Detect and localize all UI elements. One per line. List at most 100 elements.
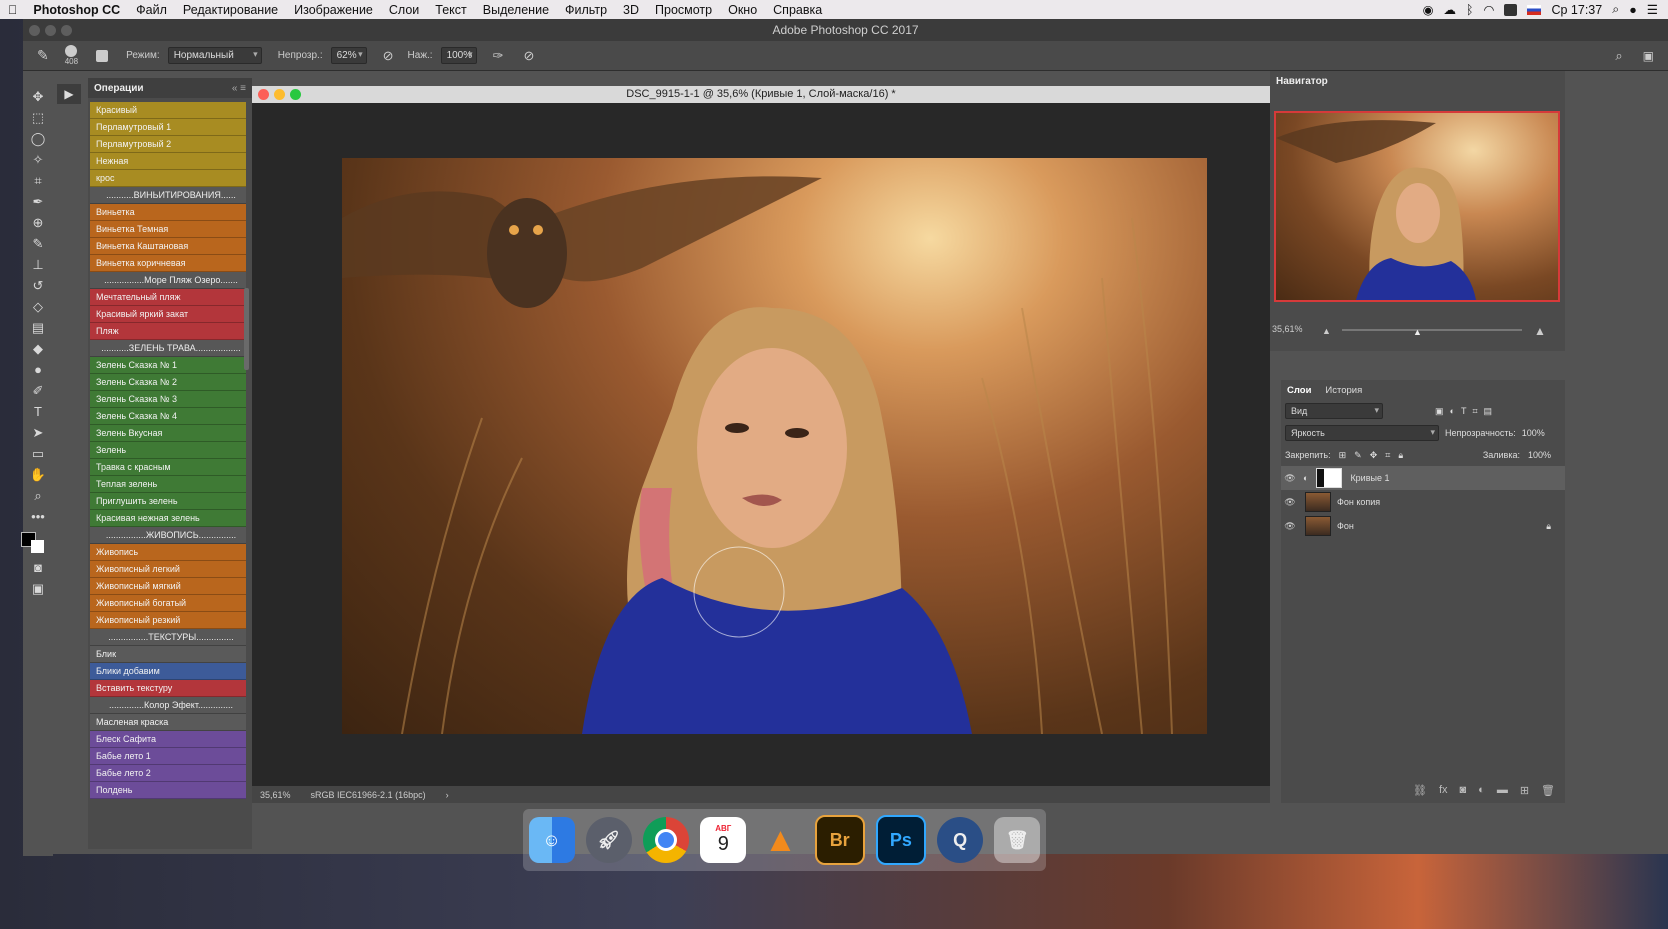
- airbrush-icon[interactable]: ✑: [493, 48, 504, 64]
- document-tab[interactable]: DSC_9915-1-1 @ 35,6% (Кривые 1, Слой-мас…: [252, 86, 1270, 103]
- color-profile[interactable]: sRGB IEC61966-2.1 (16bpc): [311, 790, 426, 800]
- quick-select-tool-icon[interactable]: ✧: [23, 149, 53, 170]
- eraser-tool-icon[interactable]: ◇: [23, 296, 53, 317]
- menu-image[interactable]: Изображение: [286, 3, 381, 17]
- status-arrow-icon[interactable]: ›: [446, 790, 449, 800]
- delete-layer-icon[interactable]: 🗑︎: [1541, 784, 1555, 797]
- action-item[interactable]: Зелень Сказка № 3: [90, 391, 246, 408]
- workspace-icon[interactable]: ▣: [1643, 49, 1654, 63]
- action-set-header[interactable]: ...........ВИНЬИТИРОВАНИЯ......: [90, 187, 246, 204]
- add-mask-icon[interactable]: ◙: [1460, 784, 1467, 797]
- path-select-tool-icon[interactable]: ➤: [23, 422, 53, 443]
- filter-smart-icon[interactable]: ▤: [1484, 406, 1493, 417]
- apple-icon[interactable]: : [0, 3, 25, 17]
- zoom-level[interactable]: 35,61%: [260, 790, 291, 800]
- layer-name[interactable]: Фон: [1337, 521, 1354, 531]
- action-item[interactable]: Теплая зелень: [90, 476, 246, 493]
- quick-mask-icon[interactable]: ◙: [23, 557, 53, 578]
- search-icon[interactable]: ⌕: [1615, 48, 1622, 64]
- filter-shape-icon[interactable]: ⌗: [1472, 406, 1477, 417]
- action-item[interactable]: Живопись: [90, 544, 246, 561]
- layer-thumbnail[interactable]: [1305, 516, 1331, 536]
- layer-row[interactable]: 👁︎ Фон 🔒︎: [1281, 514, 1565, 538]
- collapse-icon[interactable]: « ≡: [232, 83, 252, 94]
- gradient-tool-icon[interactable]: ▤: [23, 317, 53, 338]
- rectangle-tool-icon[interactable]: ▭: [23, 443, 53, 464]
- action-item[interactable]: Живописный легкий: [90, 561, 246, 578]
- layer-mask-thumbnail[interactable]: [1316, 468, 1343, 488]
- launchpad-icon[interactable]: 🚀︎: [585, 817, 632, 863]
- hand-tool-icon[interactable]: ✋: [23, 464, 53, 485]
- image-canvas[interactable]: [342, 158, 1207, 734]
- layer-style-icon[interactable]: fx: [1439, 784, 1448, 797]
- visibility-eye-icon[interactable]: 👁︎: [1281, 473, 1299, 484]
- more-tools-icon[interactable]: •••: [23, 506, 53, 527]
- action-item[interactable]: Приглушить зелень: [90, 493, 246, 510]
- flag-ru-icon[interactable]: [1527, 4, 1542, 15]
- layer-fill-input[interactable]: 100%: [1528, 450, 1551, 460]
- layer-thumbnail[interactable]: [1305, 492, 1331, 512]
- action-item[interactable]: Живописный богатый: [90, 595, 246, 612]
- lock-artboard-icon[interactable]: ⌗: [1385, 450, 1390, 461]
- action-item[interactable]: Зелень: [90, 442, 246, 459]
- action-item[interactable]: Зелень Сказка № 2: [90, 374, 246, 391]
- eyedropper-tool-icon[interactable]: ✒: [23, 191, 53, 212]
- brush-preset-picker[interactable]: 408: [65, 45, 78, 66]
- close-window-button[interactable]: [29, 25, 40, 36]
- marquee-tool-icon[interactable]: ⬚: [23, 107, 53, 128]
- lock-all-icon[interactable]: 🔒︎: [1398, 450, 1403, 461]
- actions-scrollbar[interactable]: [244, 288, 249, 370]
- action-item[interactable]: Красивый яркий закат: [90, 306, 246, 323]
- creative-cloud-icon[interactable]: ☁: [1444, 2, 1457, 17]
- chrome-icon[interactable]: [643, 817, 690, 863]
- action-item[interactable]: Виньетка: [90, 204, 246, 221]
- actions-tab[interactable]: Операции: [94, 83, 144, 94]
- calendar-icon[interactable]: АВГ 9: [700, 817, 747, 863]
- action-item[interactable]: Перламутровый 2: [90, 136, 246, 153]
- menu-help[interactable]: Справка: [765, 3, 830, 17]
- pressure-input[interactable]: 100%: [440, 47, 477, 64]
- action-item[interactable]: Виньетка Темная: [90, 221, 246, 238]
- menu-layers[interactable]: Слои: [381, 3, 427, 17]
- photoshop-icon[interactable]: Ps: [875, 815, 926, 865]
- tab-layers[interactable]: Слои: [1287, 385, 1311, 396]
- menu-text[interactable]: Текст: [427, 3, 474, 17]
- navigator-zoom[interactable]: 35,61%: [1272, 324, 1303, 334]
- blend-mode-select[interactable]: Яркость: [1285, 425, 1439, 441]
- move-tool-icon[interactable]: ✥: [23, 86, 53, 107]
- finder-icon[interactable]: ☺: [528, 817, 575, 863]
- quicktime-icon[interactable]: Q: [937, 817, 984, 863]
- stamp-tool-icon[interactable]: ⊥: [23, 254, 53, 275]
- layer-name[interactable]: Фон копия: [1337, 497, 1380, 507]
- menu-edit[interactable]: Редактирование: [175, 3, 286, 17]
- new-adjustment-icon[interactable]: ◐: [1478, 784, 1485, 797]
- action-item[interactable]: Зелень Сказка № 4: [90, 408, 246, 425]
- mode-select[interactable]: Нормальный: [167, 47, 262, 64]
- pressure-size-icon[interactable]: ⊘: [523, 48, 534, 64]
- action-item[interactable]: Виньетка Каштановая: [90, 238, 246, 255]
- action-item[interactable]: Блеск Сафита: [90, 731, 246, 748]
- action-item[interactable]: Живописный мягкий: [90, 578, 246, 595]
- layer-name[interactable]: Кривые 1: [1350, 473, 1389, 483]
- opacity-input[interactable]: 62%: [330, 47, 367, 64]
- action-item[interactable]: Блики добавим: [90, 663, 246, 680]
- history-brush-icon[interactable]: ↺: [23, 275, 53, 296]
- action-set-header[interactable]: ................Море Пляж Озеро.......: [90, 272, 246, 289]
- doc-close-button[interactable]: [258, 89, 269, 100]
- dodge-tool-icon[interactable]: ●: [23, 359, 53, 380]
- wifi-icon[interactable]: ◠: [1484, 2, 1495, 17]
- menu-file[interactable]: Файл: [128, 3, 175, 17]
- link-layers-icon[interactable]: ⛓: [1413, 784, 1427, 797]
- layer-opacity-input[interactable]: 100%: [1522, 428, 1545, 438]
- action-item[interactable]: Масленая краска: [90, 714, 246, 731]
- healing-tool-icon[interactable]: ⊕: [23, 212, 53, 233]
- lock-position-icon[interactable]: ✥: [1370, 450, 1378, 461]
- visibility-eye-icon[interactable]: 👁︎: [1281, 497, 1299, 508]
- zoom-slider-thumb[interactable]: ▲: [1413, 327, 1422, 337]
- zoom-tool-icon[interactable]: ⌕: [23, 485, 53, 506]
- visibility-eye-icon[interactable]: 👁︎: [1281, 521, 1299, 532]
- doc-zoom-button[interactable]: [290, 89, 301, 100]
- type-tool-icon[interactable]: T: [23, 401, 53, 422]
- filter-adjustment-icon[interactable]: ◐: [1450, 406, 1455, 416]
- action-item[interactable]: Зелень Сказка № 1: [90, 357, 246, 374]
